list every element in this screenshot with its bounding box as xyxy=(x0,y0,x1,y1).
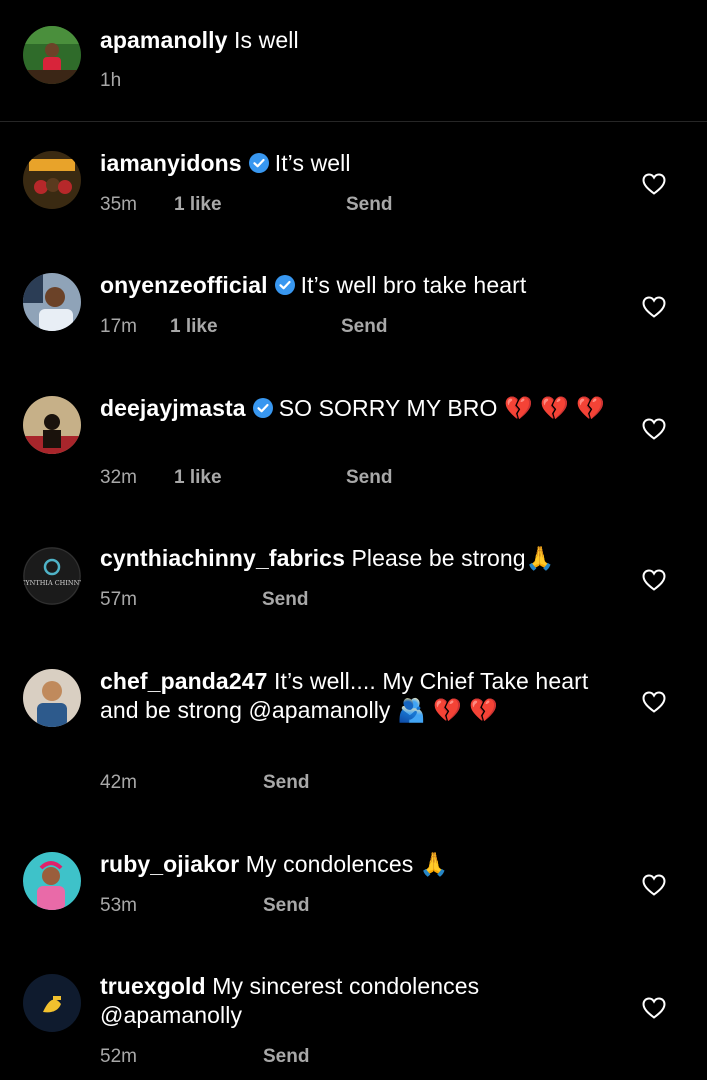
comment-time: 52m xyxy=(100,1046,137,1067)
comment-time: 35m xyxy=(100,194,137,215)
comment-username[interactable]: chef_panda247 xyxy=(100,668,268,694)
verified-badge-icon xyxy=(252,398,273,418)
avatar-apamanolly[interactable] xyxy=(23,26,81,84)
comment-username[interactable]: deejayjmasta xyxy=(100,395,246,421)
heart-outline-icon[interactable] xyxy=(642,997,666,1019)
avatar-logo-text: CYNTHIA CHINNY xyxy=(23,579,81,587)
avatar-deejayjmasta[interactable] xyxy=(23,396,81,454)
comment-likes[interactable]: 1 like xyxy=(170,316,218,338)
comment-username[interactable]: iamanyidons xyxy=(100,150,242,176)
comment-time: 32m xyxy=(100,467,137,488)
avatar-onyenzeofficial[interactable] xyxy=(23,273,81,331)
comment-username[interactable]: ruby_ojiakor xyxy=(100,851,239,877)
comment-text: Please be strong xyxy=(351,545,526,571)
heart-outline-icon[interactable] xyxy=(642,691,666,713)
comment-time: 57m xyxy=(100,589,137,610)
comment-likes[interactable]: 1 like xyxy=(174,467,222,489)
avatar-cynthiachinny-fabrics[interactable]: CYNTHIA CHINNY xyxy=(23,547,81,605)
heart-outline-icon[interactable] xyxy=(642,173,666,195)
comment-time: 42m xyxy=(100,772,137,793)
praying-hands-emoji: 🙏 xyxy=(419,852,449,878)
comment-text: Is well xyxy=(234,27,299,53)
comment-text: My condolences xyxy=(245,851,414,877)
avatar-iamanyidons[interactable] xyxy=(23,151,81,209)
heart-outline-icon[interactable] xyxy=(642,296,666,318)
comment-text: SO SORRY MY BRO xyxy=(278,395,498,421)
heart-outline-icon[interactable] xyxy=(642,569,666,591)
comment-time: 1h xyxy=(100,70,122,91)
heart-outline-icon[interactable] xyxy=(642,874,666,896)
praying-hands-emoji: 🙏 xyxy=(525,546,555,572)
send-button[interactable]: Send xyxy=(263,895,309,917)
send-button[interactable]: Send xyxy=(263,772,309,794)
comment-username[interactable]: apamanolly xyxy=(100,27,228,53)
send-button[interactable]: Send xyxy=(346,467,392,489)
comment-text: It’s well xyxy=(274,150,351,176)
avatar-truexgold[interactable] xyxy=(23,974,81,1032)
comment-likes[interactable]: 1 like xyxy=(174,194,222,216)
verified-badge-icon xyxy=(248,153,269,173)
comment-username[interactable]: truexgold xyxy=(100,973,206,999)
heart-outline-icon[interactable] xyxy=(642,418,666,440)
divider xyxy=(0,121,707,122)
comment-time: 53m xyxy=(100,895,137,916)
broken-heart-emoji: 💔 💔 💔 xyxy=(503,396,606,422)
send-button[interactable]: Send xyxy=(262,589,308,611)
send-button[interactable]: Send xyxy=(263,1046,309,1068)
avatar-ruby-ojiakor[interactable] xyxy=(23,852,81,910)
comment-username[interactable]: cynthiachinny_fabrics xyxy=(100,545,345,571)
comment-time: 17m xyxy=(100,316,137,337)
avatar-chef-panda247[interactable] xyxy=(23,669,81,727)
send-button[interactable]: Send xyxy=(346,194,392,216)
verified-badge-icon xyxy=(274,275,295,295)
hug-and-broken-heart-emoji: 🫂 💔 💔 xyxy=(397,698,499,724)
send-button[interactable]: Send xyxy=(341,316,387,338)
comment-username[interactable]: onyenzeofficial xyxy=(100,272,268,298)
comment-text: It’s well bro take heart xyxy=(300,272,527,298)
